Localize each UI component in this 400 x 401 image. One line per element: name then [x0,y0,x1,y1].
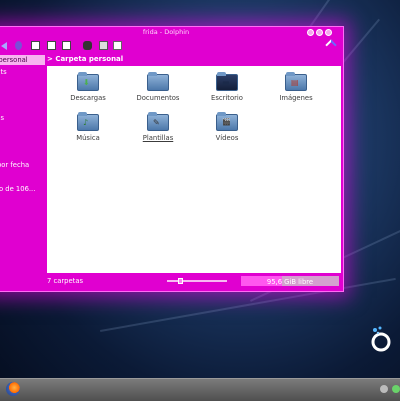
music-folder-icon: ♪ [77,112,99,131]
minimize-button[interactable] [307,29,314,36]
desktop-folder-icon: ▬ [216,72,238,91]
file-item[interactable]: ⬇ Descargas [58,72,118,102]
tray-icon[interactable] [392,385,400,393]
download-folder-icon: ⬇ [77,72,99,91]
preview-icon[interactable] [83,41,92,50]
file-name: Documentos [136,94,180,102]
file-item[interactable]: Documentos [128,72,188,102]
close-button[interactable] [325,29,332,36]
sidebar-item-by-date[interactable]: r por fecha [0,160,29,170]
sidebar-item-downloads[interactable]: gas [0,113,4,123]
breadcrumb-label[interactable]: Carpeta personal [55,55,123,63]
file-item[interactable]: ♪ Música [58,112,118,142]
templates-folder-icon: ✎ [147,112,169,131]
file-item[interactable]: ▤ Imágenes [266,72,326,102]
back-icon[interactable] [1,42,7,50]
free-space-label: 95,6 GiB libre [266,278,314,286]
details-view-icon[interactable] [47,41,56,50]
file-name: Escritorio [211,94,243,102]
firefox-icon[interactable] [6,382,20,396]
network-icon[interactable] [380,385,388,393]
sidebar-item-home[interactable]: a personal [0,55,45,65]
pictures-folder-icon: ▤ [285,72,307,91]
breadcrumb[interactable]: > Carpeta personal [47,53,341,65]
file-name: Descargas [70,94,106,102]
sidebar-item-documents[interactable]: ents [0,67,7,77]
documents-folder-icon [147,72,169,91]
split-view-icon[interactable] [99,41,108,50]
configure-icon[interactable] [325,39,337,51]
status-count: 7 carpetas [47,277,84,285]
taskbar [0,378,400,401]
breadcrumb-arrow-icon: > [47,55,53,63]
places-panel: a personal ents es gas a r por fecha th … [0,55,45,291]
maximize-button[interactable] [316,29,323,36]
toolbar [0,39,343,53]
file-name: Vídeos [215,134,239,142]
file-name: Plantillas [142,134,174,142]
status-bar: 7 carpetas 95,6 GiB libre [47,275,341,287]
videos-folder-icon: 🎬 [216,112,238,131]
file-item[interactable]: 🎬 Vídeos [197,112,257,142]
icons-view-icon[interactable] [31,41,40,50]
zoom-slider-handle[interactable] [177,278,183,284]
window-title: frida - Dolphin [142,28,190,36]
file-view[interactable]: ⬇ Descargas Documentos ▬ Escritorio ▤ Im… [47,66,341,273]
free-space-bar: 95,6 GiB libre [241,276,339,286]
opensuse-logo [371,326,391,352]
file-item[interactable]: ✎ Plantillas [128,112,188,142]
split-icon[interactable] [113,41,122,50]
sidebar-item-device[interactable]: uro de 106... [0,184,35,194]
file-item[interactable]: ▬ Escritorio [197,72,257,102]
titlebar[interactable]: frida - Dolphin [0,27,343,39]
file-name: Imágenes [279,94,313,102]
file-name: Música [76,134,100,142]
zoom-slider[interactable] [167,280,227,282]
up-icon[interactable] [15,41,22,50]
dolphin-window: frida - Dolphin a personal ents es gas a… [0,26,344,292]
columns-view-icon[interactable] [62,41,71,50]
